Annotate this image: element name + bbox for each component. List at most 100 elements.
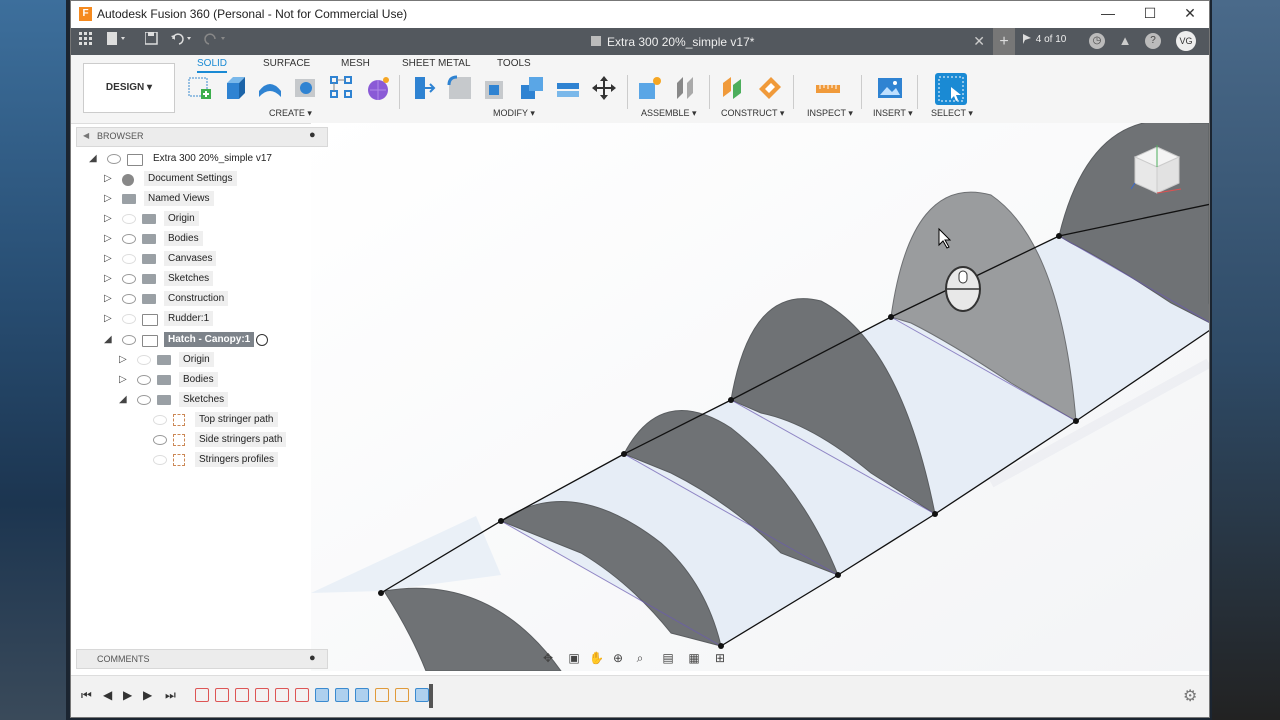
eye-icon[interactable] xyxy=(122,294,136,304)
inspect-group-label[interactable]: INSPECT ▾ xyxy=(807,108,853,119)
select-group-label[interactable]: SELECT ▾ xyxy=(931,108,973,119)
job-status[interactable]: 4 of 10 xyxy=(1023,34,1066,45)
close-window-button[interactable]: ✕ xyxy=(1175,5,1205,23)
orbit-icon[interactable]: ✥ xyxy=(541,651,555,665)
expand-icon[interactable]: ◢ xyxy=(104,334,112,345)
eye-icon[interactable] xyxy=(153,455,167,465)
eye-icon[interactable] xyxy=(122,254,136,264)
offset-plane-icon[interactable] xyxy=(721,75,747,101)
new-component-icon[interactable] xyxy=(637,75,663,101)
plane-at-angle-icon[interactable] xyxy=(757,75,783,101)
expand-icon[interactable]: ▷ xyxy=(104,313,112,324)
zoom-window-icon[interactable]: ⌕ xyxy=(633,651,647,665)
create-sketch-icon[interactable] xyxy=(187,75,213,101)
play-icon[interactable]: ▶ xyxy=(123,688,132,702)
expand-icon[interactable]: ▷ xyxy=(104,193,112,204)
go-to-end-icon[interactable]: ⏭ xyxy=(165,688,176,703)
create-group-label[interactable]: CREATE ▾ xyxy=(269,108,312,119)
eye-icon[interactable] xyxy=(122,234,136,244)
construct-group-label[interactable]: CONSTRUCT ▾ xyxy=(721,108,784,119)
minimize-panel-icon[interactable]: ● xyxy=(309,652,316,664)
eye-icon[interactable] xyxy=(122,214,136,224)
redo-icon[interactable] xyxy=(203,32,227,50)
zoom-icon[interactable]: ⊕ xyxy=(611,651,625,665)
avatar[interactable]: VG xyxy=(1176,31,1196,51)
browser-panel-header[interactable]: ◀ BROWSER ● xyxy=(76,127,328,147)
eye-icon[interactable] xyxy=(122,335,136,345)
viewports-icon[interactable]: ⊞ xyxy=(713,651,727,665)
timeline-marker[interactable] xyxy=(429,684,433,708)
eye-icon[interactable] xyxy=(137,375,151,385)
activate-radio-icon[interactable] xyxy=(256,334,268,346)
insert-image-icon[interactable] xyxy=(877,75,903,101)
step-forward-icon[interactable]: ▶ xyxy=(143,688,152,702)
workspace-switcher[interactable]: DESIGN ▾ xyxy=(83,63,175,113)
timeline-feature[interactable] xyxy=(255,688,269,702)
display-settings-icon[interactable]: ▤ xyxy=(661,651,675,665)
joint-icon[interactable] xyxy=(673,75,699,101)
select-icon[interactable] xyxy=(935,73,967,105)
expand-icon[interactable]: ▷ xyxy=(104,253,112,264)
timeline-feature[interactable] xyxy=(335,688,349,702)
eye-icon[interactable] xyxy=(137,355,151,365)
expand-icon[interactable]: ▷ xyxy=(104,273,112,284)
eye-icon[interactable] xyxy=(137,395,151,405)
measure-icon[interactable] xyxy=(815,75,841,101)
look-at-icon[interactable]: ▣ xyxy=(567,651,581,665)
timeline-feature[interactable] xyxy=(295,688,309,702)
timeline-feature[interactable] xyxy=(375,688,389,702)
collapse-arrow-icon[interactable]: ◀ xyxy=(83,131,89,140)
timeline-feature[interactable] xyxy=(415,688,429,702)
document-tab[interactable]: Extra 300 20%_simple v17* ✕ xyxy=(531,28,991,55)
press-pull-icon[interactable] xyxy=(411,75,437,101)
app-grid-icon[interactable] xyxy=(79,32,93,50)
expand-icon[interactable]: ▷ xyxy=(104,293,112,304)
expand-icon[interactable]: ▷ xyxy=(104,213,112,224)
pan-icon[interactable]: ✋ xyxy=(589,651,604,665)
rectangular-pattern-icon[interactable] xyxy=(329,75,355,101)
comments-panel[interactable]: COMMENTS ● xyxy=(76,649,328,669)
revolve-icon[interactable] xyxy=(257,75,283,101)
assemble-group-label[interactable]: ASSEMBLE ▾ xyxy=(641,108,697,119)
eye-icon[interactable] xyxy=(153,435,167,445)
expand-icon[interactable]: ▷ xyxy=(119,374,127,385)
create-form-icon[interactable] xyxy=(365,75,391,101)
insert-group-label[interactable]: INSERT ▾ xyxy=(873,108,913,119)
offset-face-icon[interactable] xyxy=(555,75,581,101)
timeline-feature[interactable] xyxy=(195,688,209,702)
eye-icon[interactable] xyxy=(107,154,121,164)
timeline-feature[interactable] xyxy=(395,688,409,702)
tab-sheet-metal[interactable]: SHEET METAL xyxy=(402,58,471,69)
extrude-icon[interactable] xyxy=(223,75,249,101)
timeline-feature[interactable] xyxy=(235,688,249,702)
expand-icon[interactable]: ▷ xyxy=(119,354,127,365)
undo-icon[interactable] xyxy=(171,32,195,50)
timeline-feature[interactable] xyxy=(315,688,329,702)
clock-icon[interactable]: ◷ xyxy=(1089,33,1105,49)
eye-icon[interactable] xyxy=(122,274,136,284)
view-cube[interactable] xyxy=(1131,143,1183,201)
minimize-button[interactable]: — xyxy=(1093,5,1123,23)
file-menu-icon[interactable] xyxy=(107,32,127,50)
eye-icon[interactable] xyxy=(122,314,136,324)
go-to-start-icon[interactable]: ⏮ xyxy=(81,688,92,703)
tab-solid[interactable]: SOLID xyxy=(197,58,228,73)
bell-icon[interactable]: ▲ xyxy=(1117,33,1133,49)
step-back-icon[interactable]: ◀ xyxy=(103,688,112,702)
expand-icon[interactable]: ▷ xyxy=(104,173,112,184)
timeline-feature[interactable] xyxy=(275,688,289,702)
hole-icon[interactable] xyxy=(293,75,319,101)
new-tab-button[interactable]: + xyxy=(993,28,1015,55)
modify-group-label[interactable]: MODIFY ▾ xyxy=(493,108,535,119)
tab-surface[interactable]: SURFACE xyxy=(263,58,310,69)
fillet-icon[interactable] xyxy=(447,75,473,101)
move-copy-icon[interactable] xyxy=(591,75,617,101)
expand-icon[interactable]: ◢ xyxy=(119,394,127,405)
save-icon[interactable] xyxy=(144,31,158,50)
tab-mesh[interactable]: MESH xyxy=(341,58,370,69)
maximize-button[interactable]: ☐ xyxy=(1135,5,1165,23)
timeline-feature[interactable] xyxy=(215,688,229,702)
gear-icon[interactable]: ⚙ xyxy=(1183,686,1197,706)
close-tab-icon[interactable]: ✕ xyxy=(973,33,985,50)
tab-tools[interactable]: TOOLS xyxy=(497,58,531,69)
